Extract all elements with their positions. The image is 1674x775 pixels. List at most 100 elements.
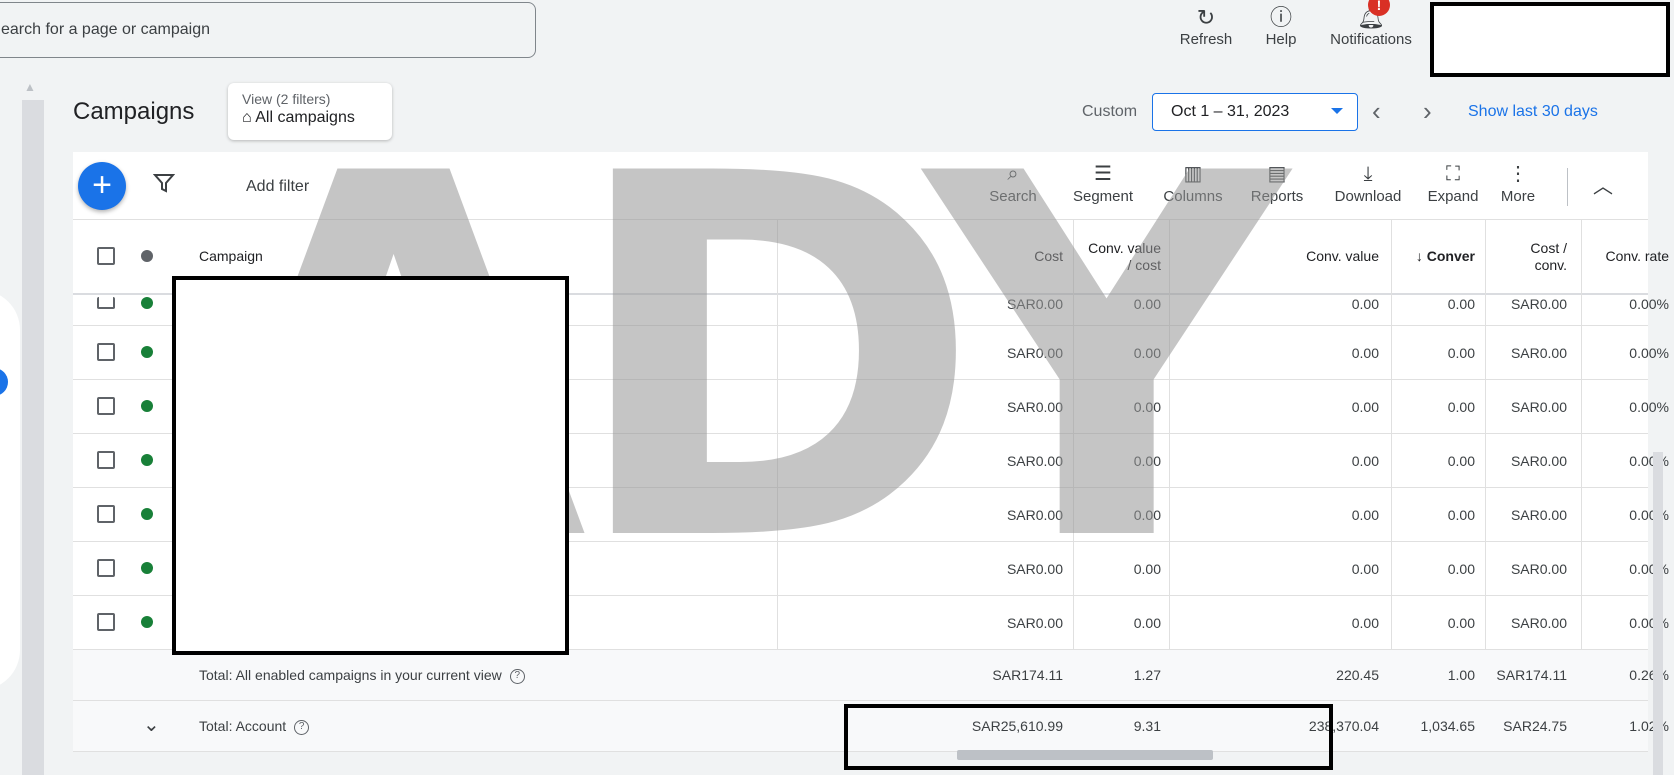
cell-conversions: 0.00 (1447, 345, 1475, 361)
add-campaign-button[interactable]: + (78, 162, 126, 210)
row-checkbox[interactable] (97, 559, 115, 577)
more-label: More (1500, 188, 1536, 205)
cell-cost: SAR0.00 (1006, 399, 1063, 415)
more-button[interactable]: ⋮ More (1493, 160, 1543, 216)
cell-conv-value: 0.00 (1351, 399, 1379, 415)
bar-chart-icon: ▤ (1267, 163, 1287, 185)
total-account-conversions: 1,034.65 (1420, 718, 1476, 734)
row-checkbox[interactable] (97, 505, 115, 523)
help-button[interactable]: ⓘ Help (1256, 0, 1306, 56)
status-enabled-dot (141, 297, 153, 309)
status-enabled-dot (141, 400, 153, 412)
help-circle-icon[interactable]: ? (294, 719, 310, 735)
col-header-conversions[interactable]: ↓ Conver (1391, 248, 1475, 265)
view-selector[interactable]: View (2 filters) ⌂ All campaigns (228, 83, 392, 140)
search-input[interactable] (0, 3, 535, 57)
cell-conv-rate: 0.00% (1629, 296, 1669, 312)
total-enabled-cost-per-conv: SAR174.11 (1496, 667, 1567, 683)
col-header-conv-value-per-cost[interactable]: Conv. value / cost (1063, 240, 1161, 274)
cell-conversions: 0.00 (1447, 615, 1475, 631)
cell-conversions: 0.00 (1447, 296, 1475, 312)
row-checkbox[interactable] (97, 397, 115, 415)
date-range-picker[interactable]: Oct 1 – 31, 2023 (1152, 93, 1358, 131)
search-tool-button[interactable]: ⌕ Search (978, 160, 1048, 216)
col-header-campaign[interactable]: Campaign (199, 248, 263, 265)
cell-cost-per-conv: SAR0.00 (1510, 615, 1567, 631)
cell-conv-value-cost: 0.00 (1133, 345, 1161, 361)
previous-period-button[interactable]: ‹ (1372, 96, 1381, 127)
help-circle-icon[interactable]: ? (509, 668, 525, 684)
segment-label: Segment (1072, 188, 1134, 205)
horizontal-scrollbar-thumb[interactable] (957, 750, 1213, 760)
cell-cost-per-conv: SAR0.00 (1510, 296, 1567, 312)
side-panel-edge (0, 290, 20, 690)
cell-conversions: 0.00 (1447, 507, 1475, 523)
status-filter-dot[interactable] (141, 250, 153, 262)
dropdown-caret-icon (1331, 108, 1343, 114)
table-toolbar: + Add filter ⌕ Search ☰ Segment ▥ Column… (73, 152, 1648, 220)
cell-cost: SAR0.00 (1006, 453, 1063, 469)
scroll-up-arrow-icon[interactable]: ▲ (24, 80, 36, 94)
columns-button[interactable]: ▥ Columns (1153, 160, 1233, 216)
row-checkbox[interactable] (97, 451, 115, 469)
cell-conversions: 0.00 (1447, 453, 1475, 469)
select-all-checkbox[interactable] (97, 247, 115, 265)
cell-conversions: 0.00 (1447, 399, 1475, 415)
reports-button[interactable]: ▤ Reports (1241, 160, 1313, 216)
row-checkbox[interactable] (97, 613, 115, 631)
columns-icon: ▥ (1183, 163, 1203, 185)
segment-button[interactable]: ☰ Segment (1063, 160, 1143, 216)
search-box[interactable] (0, 2, 536, 58)
row-checkbox[interactable] (97, 297, 115, 309)
download-button[interactable]: ⤓ Download (1323, 160, 1413, 216)
cell-cost: SAR0.00 (1006, 345, 1063, 361)
cell-cost-per-conv: SAR0.00 (1510, 507, 1567, 523)
view-name: ⌂ All campaigns (242, 109, 355, 126)
next-period-button[interactable]: › (1423, 96, 1432, 127)
filter-icon[interactable] (152, 172, 176, 199)
cell-cost: SAR0.00 (1006, 615, 1063, 631)
expand-chevron-down-icon[interactable]: ⌄ (143, 712, 160, 737)
total-account-cost-per-conv: SAR24.75 (1503, 718, 1567, 734)
status-enabled-dot (141, 454, 153, 466)
refresh-button[interactable]: ↻ Refresh (1170, 0, 1242, 56)
row-checkbox[interactable] (97, 343, 115, 361)
cell-conv-value: 0.00 (1351, 615, 1379, 631)
total-enabled-label: Total: All enabled campaigns in your cur… (199, 667, 525, 684)
page-title: Campaigns (73, 98, 195, 125)
refresh-icon: ↻ (1196, 5, 1216, 30)
col-header-cost-per-conv[interactable]: Cost / conv. (1483, 240, 1567, 274)
search-tool-label: Search (989, 188, 1037, 205)
cell-cost: SAR0.00 (1006, 561, 1063, 577)
show-last-30-days-link[interactable]: Show last 30 days (1468, 103, 1598, 121)
sort-down-arrow-icon: ↓ (1415, 248, 1427, 264)
cell-cost: SAR0.00 (1006, 507, 1063, 523)
help-label: Help (1265, 31, 1297, 48)
cell-conv-value-cost: 0.00 (1133, 507, 1161, 523)
cell-conv-value: 0.00 (1351, 345, 1379, 361)
cell-conv-value: 0.00 (1351, 507, 1379, 523)
col-header-cost[interactable]: Cost (883, 248, 1063, 265)
left-scrollbar-track[interactable] (22, 100, 44, 775)
segment-icon: ☰ (1094, 163, 1112, 185)
fullscreen-icon: ⛶ (1446, 163, 1460, 185)
date-range-value: Oct 1 – 31, 2023 (1171, 103, 1290, 120)
redacted-campaign-names (172, 276, 569, 655)
cell-cost: SAR0.00 (1006, 296, 1063, 312)
vertical-scrollbar-thumb[interactable] (1653, 452, 1663, 775)
total-enabled-cost: SAR174.11 (992, 667, 1063, 683)
col-header-conv-rate[interactable]: Conv. rate (1573, 248, 1669, 265)
cell-conv-rate: 0.00% (1629, 345, 1669, 361)
cell-conv-rate: 0.00% (1629, 399, 1669, 415)
col-header-conv-value[interactable]: Conv. value (1173, 248, 1379, 265)
add-filter-button[interactable]: Add filter (246, 178, 309, 196)
cell-cost-per-conv: SAR0.00 (1510, 399, 1567, 415)
highlight-box (844, 704, 1333, 770)
collapse-chevron-up-icon[interactable]: ︿ (1593, 170, 1613, 199)
redacted-account-area (1430, 2, 1670, 77)
home-icon: ⌂ (242, 109, 252, 126)
expand-button[interactable]: ⛶ Expand (1418, 160, 1488, 216)
cell-cost-per-conv: SAR0.00 (1510, 561, 1567, 577)
cell-cost-per-conv: SAR0.00 (1510, 345, 1567, 361)
cell-conv-value-cost: 0.00 (1133, 453, 1161, 469)
